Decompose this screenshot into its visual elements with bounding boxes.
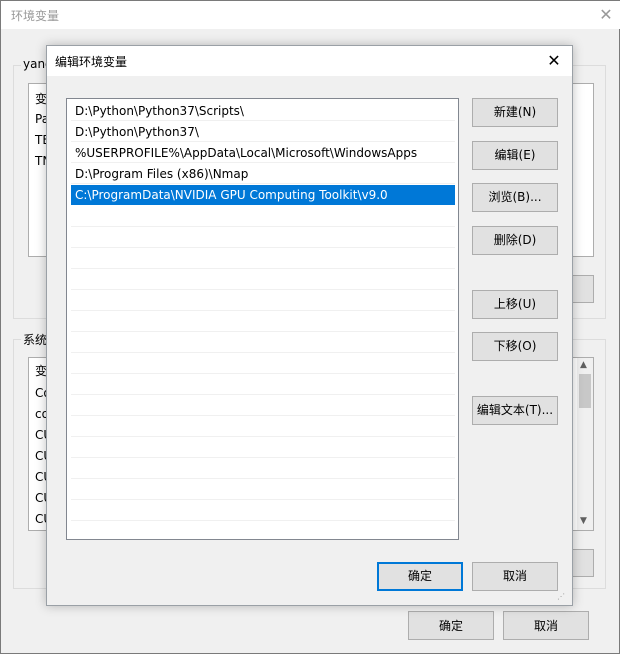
dialog-title-bar: 编辑环境变量 ✕ — [47, 46, 572, 76]
path-list-empty-row[interactable] — [71, 374, 455, 395]
scrollbar-thumb[interactable] — [579, 374, 591, 408]
path-list-empty-row[interactable] — [71, 206, 455, 227]
outer-window-title: 环境变量 — [11, 9, 60, 23]
path-list-empty-row[interactable] — [71, 227, 455, 248]
path-list-empty-row[interactable] — [71, 479, 455, 500]
dialog-ok-button[interactable]: 确定 — [377, 562, 463, 591]
outer-close-icon[interactable]: ✕ — [595, 4, 617, 26]
path-list-item[interactable]: D:\Program Files (x86)\Nmap — [71, 164, 455, 184]
path-list-empty-row[interactable] — [71, 395, 455, 416]
dialog-cancel-button[interactable]: 取消 — [472, 562, 558, 591]
outer-cancel-button[interactable]: 取消 — [503, 611, 589, 640]
edit-button[interactable]: 编辑(E) — [472, 141, 558, 170]
path-list-empty-row[interactable] — [71, 269, 455, 290]
resize-grip-icon[interactable]: ⋰ — [557, 592, 569, 604]
browse-button[interactable]: 浏览(B)... — [472, 183, 558, 212]
path-list-item[interactable]: D:\Python\Python37\Scripts\ — [71, 101, 455, 121]
outer-ok-button[interactable]: 确定 — [408, 611, 494, 640]
path-list-item[interactable]: %USERPROFILE%\AppData\Local\Microsoft\Wi… — [71, 143, 455, 163]
delete-button[interactable]: 删除(D) — [472, 226, 558, 255]
path-list[interactable]: D:\Python\Python37\Scripts\ D:\Python\Py… — [66, 98, 459, 540]
edit-text-button[interactable]: 编辑文本(T)... — [472, 396, 558, 425]
dialog-title: 编辑环境变量 — [55, 55, 128, 69]
path-list-empty-row[interactable] — [71, 332, 455, 353]
path-list-empty-row[interactable] — [71, 353, 455, 374]
move-down-button[interactable]: 下移(O) — [472, 332, 558, 361]
path-list-empty-row[interactable] — [71, 311, 455, 332]
dialog-close-icon[interactable]: ✕ — [543, 50, 565, 72]
path-list-item-selected[interactable]: C:\ProgramData\NVIDIA GPU Computing Tool… — [71, 185, 455, 205]
path-list-empty-row[interactable] — [71, 500, 455, 521]
path-list-item[interactable]: D:\Python\Python37\ — [71, 122, 455, 142]
edit-environment-variable-dialog: 编辑环境变量 ✕ D:\Python\Python37\Scripts\ D:\… — [46, 45, 573, 606]
scroll-down-icon[interactable]: ▼ — [580, 516, 587, 526]
system-list-scrollbar[interactable]: ▲ ▼ — [577, 358, 593, 530]
outer-title-bar: 环境变量 ✕ — [1, 1, 620, 29]
path-list-empty-row[interactable] — [71, 458, 455, 479]
path-list-empty-row[interactable] — [71, 437, 455, 458]
path-list-empty-row[interactable] — [71, 290, 455, 311]
path-list-empty-row[interactable] — [71, 416, 455, 437]
move-up-button[interactable]: 上移(U) — [472, 290, 558, 319]
scroll-up-icon[interactable]: ▲ — [580, 360, 587, 370]
system-variables-label: 系统 — [21, 331, 50, 348]
path-list-empty-row[interactable] — [71, 248, 455, 269]
new-button[interactable]: 新建(N) — [472, 98, 558, 127]
